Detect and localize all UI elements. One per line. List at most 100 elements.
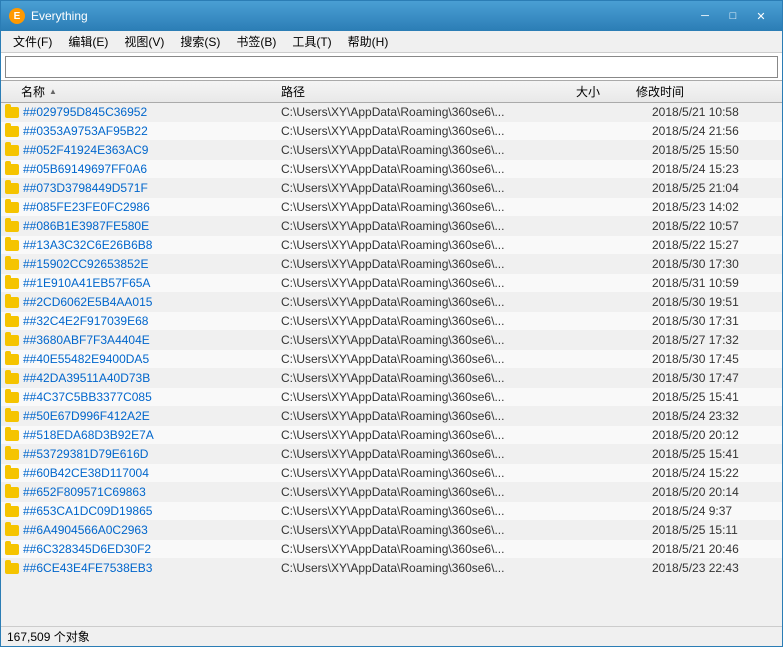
folder-icon: [5, 430, 19, 441]
file-path: C:\Users\XY\AppData\Roaming\360se6\...: [281, 200, 592, 214]
folder-icon: [5, 126, 19, 137]
folder-icon-container: [5, 238, 21, 252]
column-header-path[interactable]: 路径: [281, 83, 576, 100]
table-row[interactable]: ##60B42CE38D117004 C:\Users\XY\AppData\R…: [1, 464, 782, 483]
file-path: C:\Users\XY\AppData\Roaming\360se6\...: [281, 428, 592, 442]
table-row[interactable]: ##6CE43E4FE7538EB3 C:\Users\XY\AppData\R…: [1, 559, 782, 578]
table-row[interactable]: ##50E67D996F412A2E C:\Users\XY\AppData\R…: [1, 407, 782, 426]
file-date: 2018/5/21 10:58: [652, 105, 782, 119]
file-date: 2018/5/25 21:04: [652, 181, 782, 195]
table-row[interactable]: ##073D3798449D571F C:\Users\XY\AppData\R…: [1, 179, 782, 198]
menu-file[interactable]: 文件(F): [5, 31, 60, 52]
table-row[interactable]: ##13A3C32C6E26B6B8 C:\Users\XY\AppData\R…: [1, 236, 782, 255]
column-header-size[interactable]: 大小: [576, 83, 636, 100]
table-row[interactable]: ##05B69149697FF0A6 C:\Users\XY\AppData\R…: [1, 160, 782, 179]
menu-bookmarks[interactable]: 书签(B): [228, 31, 284, 52]
folder-icon-container: [5, 200, 21, 214]
file-path: C:\Users\XY\AppData\Roaming\360se6\...: [281, 162, 592, 176]
file-name: ##652F809571C69863: [23, 485, 281, 499]
file-path: C:\Users\XY\AppData\Roaming\360se6\...: [281, 333, 592, 347]
file-date: 2018/5/27 17:32: [652, 333, 782, 347]
table-row[interactable]: ##15902CC92653852E C:\Users\XY\AppData\R…: [1, 255, 782, 274]
folder-icon: [5, 164, 19, 175]
column-header-name[interactable]: 名称 ▲: [1, 83, 281, 100]
search-bar: [1, 53, 782, 81]
table-row[interactable]: ##6C328345D6ED30F2 C:\Users\XY\AppData\R…: [1, 540, 782, 559]
file-path: C:\Users\XY\AppData\Roaming\360se6\...: [281, 485, 592, 499]
title-bar-buttons: ─ □ ✕: [692, 6, 774, 26]
file-path: C:\Users\XY\AppData\Roaming\360se6\...: [281, 219, 592, 233]
menu-view[interactable]: 视图(V): [116, 31, 172, 52]
file-date: 2018/5/24 9:37: [652, 504, 782, 518]
table-row[interactable]: ##052F41924E363AC9 C:\Users\XY\AppData\R…: [1, 141, 782, 160]
menu-help[interactable]: 帮助(H): [340, 31, 397, 52]
file-date: 2018/5/20 20:12: [652, 428, 782, 442]
folder-icon-container: [5, 466, 21, 480]
file-name: ##085FE23FE0FC2986: [23, 200, 281, 214]
table-row[interactable]: ##32C4E2F917039E68 C:\Users\XY\AppData\R…: [1, 312, 782, 331]
folder-icon-container: [5, 561, 21, 575]
table-row[interactable]: ##652F809571C69863 C:\Users\XY\AppData\R…: [1, 483, 782, 502]
file-path: C:\Users\XY\AppData\Roaming\360se6\...: [281, 371, 592, 385]
file-name: ##2CD6062E5B4AA015: [23, 295, 281, 309]
file-path: C:\Users\XY\AppData\Roaming\360se6\...: [281, 314, 592, 328]
status-bar: 167,509 个对象: [1, 626, 782, 646]
file-date: 2018/5/30 17:45: [652, 352, 782, 366]
table-row[interactable]: ##42DA39511A40D73B C:\Users\XY\AppData\R…: [1, 369, 782, 388]
folder-icon: [5, 221, 19, 232]
column-header-date[interactable]: 修改时间: [636, 83, 766, 100]
folder-icon: [5, 487, 19, 498]
file-name: ##32C4E2F917039E68: [23, 314, 281, 328]
table-row[interactable]: ##518EDA68D3B92E7A C:\Users\XY\AppData\R…: [1, 426, 782, 445]
file-date: 2018/5/24 23:32: [652, 409, 782, 423]
minimize-button[interactable]: ─: [692, 6, 718, 26]
menu-edit[interactable]: 编辑(E): [60, 31, 116, 52]
file-path: C:\Users\XY\AppData\Roaming\360se6\...: [281, 447, 592, 461]
menu-search[interactable]: 搜索(S): [172, 31, 228, 52]
maximize-button[interactable]: □: [720, 6, 746, 26]
table-row[interactable]: ##4C37C5BB3377C085 C:\Users\XY\AppData\R…: [1, 388, 782, 407]
file-name: ##653CA1DC09D19865: [23, 504, 281, 518]
folder-icon-container: [5, 181, 21, 195]
table-row[interactable]: ##653CA1DC09D19865 C:\Users\XY\AppData\R…: [1, 502, 782, 521]
menu-tools[interactable]: 工具(T): [284, 31, 339, 52]
file-name: ##518EDA68D3B92E7A: [23, 428, 281, 442]
folder-icon-container: [5, 428, 21, 442]
file-path: C:\Users\XY\AppData\Roaming\360se6\...: [281, 466, 592, 480]
file-name: ##40E55482E9400DA5: [23, 352, 281, 366]
file-name: ##05B69149697FF0A6: [23, 162, 281, 176]
file-name: ##60B42CE38D117004: [23, 466, 281, 480]
table-row[interactable]: ##1E910A41EB57F65A C:\Users\XY\AppData\R…: [1, 274, 782, 293]
file-path: C:\Users\XY\AppData\Roaming\360se6\...: [281, 295, 592, 309]
folder-icon-container: [5, 219, 21, 233]
file-name: ##4C37C5BB3377C085: [23, 390, 281, 404]
file-path: C:\Users\XY\AppData\Roaming\360se6\...: [281, 542, 592, 556]
file-date: 2018/5/30 17:31: [652, 314, 782, 328]
folder-icon-container: [5, 390, 21, 404]
folder-icon: [5, 544, 19, 555]
table-row[interactable]: ##0353A9753AF95B22 C:\Users\XY\AppData\R…: [1, 122, 782, 141]
table-row[interactable]: ##2CD6062E5B4AA015 C:\Users\XY\AppData\R…: [1, 293, 782, 312]
table-row[interactable]: ##53729381D79E616D C:\Users\XY\AppData\R…: [1, 445, 782, 464]
search-input[interactable]: [5, 56, 778, 78]
sort-arrow-icon: ▲: [49, 87, 57, 96]
table-row[interactable]: ##085FE23FE0FC2986 C:\Users\XY\AppData\R…: [1, 198, 782, 217]
table-row[interactable]: ##40E55482E9400DA5 C:\Users\XY\AppData\R…: [1, 350, 782, 369]
folder-icon: [5, 449, 19, 460]
menu-bar: 文件(F) 编辑(E) 视图(V) 搜索(S) 书签(B) 工具(T) 帮助(H…: [1, 31, 782, 53]
file-list: ##029795D845C36952 C:\Users\XY\AppData\R…: [1, 103, 782, 628]
folder-icon: [5, 411, 19, 422]
folder-icon-container: [5, 314, 21, 328]
table-row[interactable]: ##6A4904566A0C2963 C:\Users\XY\AppData\R…: [1, 521, 782, 540]
table-row[interactable]: ##3680ABF7F3A4404E C:\Users\XY\AppData\R…: [1, 331, 782, 350]
file-path: C:\Users\XY\AppData\Roaming\360se6\...: [281, 390, 592, 404]
close-button[interactable]: ✕: [748, 6, 774, 26]
table-row[interactable]: ##029795D845C36952 C:\Users\XY\AppData\R…: [1, 103, 782, 122]
folder-icon-container: [5, 257, 21, 271]
folder-icon-container: [5, 504, 21, 518]
folder-icon: [5, 335, 19, 346]
file-date: 2018/5/22 15:27: [652, 238, 782, 252]
file-name: ##0353A9753AF95B22: [23, 124, 281, 138]
table-row[interactable]: ##086B1E3987FE580E C:\Users\XY\AppData\R…: [1, 217, 782, 236]
file-date: 2018/5/25 15:11: [652, 523, 782, 537]
